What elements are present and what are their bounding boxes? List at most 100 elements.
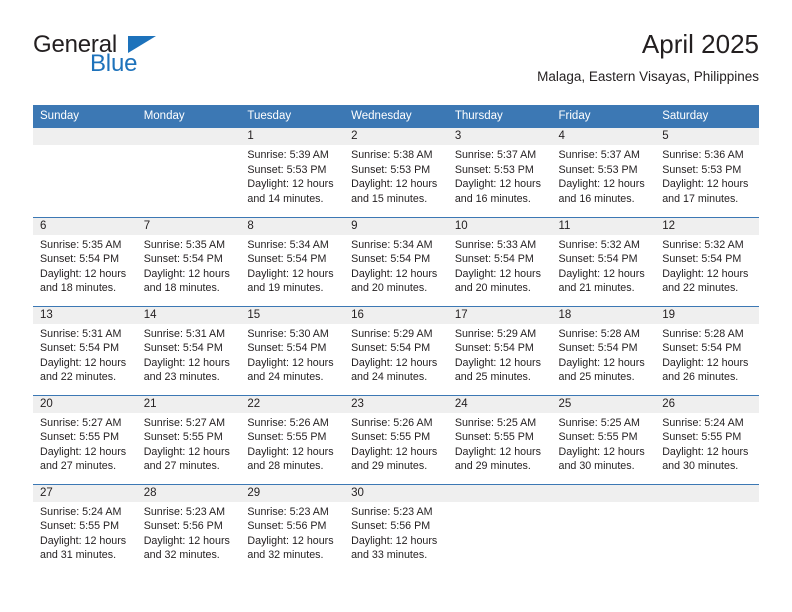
day-number: 3	[447, 128, 552, 145]
day-cell-content: 6 Sunrise: 5:35 AM Sunset: 5:54 PM Daylight…	[33, 217, 137, 306]
sunset-time: Sunset: 5:55 PM	[143, 431, 223, 444]
calendar-day-cell[interactable]: 6 Sunrise: 5:35 AM Sunset: 5:54 PM Daylight…	[33, 216, 137, 306]
calendar-day-cell[interactable]: 27 Sunrise: 5:24 AM Sunset: 5:55 PM Dayligh…	[33, 483, 137, 573]
calendar-day-cell[interactable]: 14 Sunrise: 5:31 AM Sunset: 5:54 PM Dayligh…	[136, 305, 241, 395]
daylight-duration-line2: and 23 minutes.	[143, 371, 220, 384]
day-number: 6	[33, 217, 137, 235]
weekday-header-tuesday: Tuesday	[240, 105, 345, 128]
calendar-day-cell[interactable]: 30 Sunrise: 5:23 AM Sunset: 5:56 PM Dayligh…	[344, 483, 448, 573]
day-details: Sunrise: 5:34 AM Sunset: 5:54 PM Daylight:…	[344, 235, 448, 296]
day-cell-content: 26 Sunrise: 5:24 AM Sunset: 5:55 PM Dayligh…	[655, 395, 759, 484]
day-details: Sunrise: 5:24 AM Sunset: 5:55 PM Daylight:…	[33, 502, 137, 563]
weekday-header-sunday: Sunday	[33, 105, 137, 128]
day-details: Sunrise: 5:37 AM Sunset: 5:53 PM Daylight:…	[552, 145, 656, 206]
daylight-duration-line2: and 16 minutes.	[558, 192, 635, 205]
day-details: Sunrise: 5:28 AM Sunset: 5:54 PM Daylight:…	[655, 324, 759, 385]
calendar-day-cell[interactable]: 17 Sunrise: 5:29 AM Sunset: 5:54 PM Dayligh…	[447, 305, 552, 395]
day-cell-content	[551, 484, 656, 574]
calendar-day-cell[interactable]: 8 Sunrise: 5:34 AM Sunset: 5:54 PM Daylight…	[240, 216, 345, 306]
sunset-time: Sunset: 5:53 PM	[558, 163, 638, 176]
day-cell-content	[33, 128, 137, 217]
day-number: 4	[551, 128, 656, 145]
daylight-duration-line1: Daylight: 12 hours	[454, 267, 541, 280]
calendar-day-cell[interactable]: 16 Sunrise: 5:29 AM Sunset: 5:54 PM Dayligh…	[344, 305, 448, 395]
day-number: 26	[655, 395, 759, 413]
day-cell-content	[655, 484, 759, 574]
calendar-day-cell[interactable]: 2 Sunrise: 5:38 AM Sunset: 5:53 PM Daylight…	[344, 128, 448, 217]
day-cell-content: 21 Sunrise: 5:27 AM Sunset: 5:55 PM Dayligh…	[136, 395, 241, 484]
day-cell-content: 11 Sunrise: 5:32 AM Sunset: 5:54 PM Dayligh…	[551, 217, 656, 306]
calendar-day-cell[interactable]: 18 Sunrise: 5:28 AM Sunset: 5:54 PM Dayligh…	[551, 305, 656, 395]
calendar-day-cell[interactable]: 11 Sunrise: 5:32 AM Sunset: 5:54 PM Dayligh…	[551, 216, 656, 306]
calendar-day-cell[interactable]: 26 Sunrise: 5:24 AM Sunset: 5:55 PM Dayligh…	[655, 394, 759, 484]
day-number: 28	[136, 484, 241, 502]
calendar-day-cell[interactable]: 20 Sunrise: 5:27 AM Sunset: 5:55 PM Dayligh…	[33, 394, 137, 484]
weekday-header-wednesday: Wednesday	[344, 105, 448, 128]
sunrise-time: Sunrise: 5:32 AM	[662, 238, 744, 251]
sunset-time: Sunset: 5:54 PM	[351, 253, 431, 266]
day-number: 13	[33, 306, 137, 324]
calendar-day-cell[interactable]: 24 Sunrise: 5:25 AM Sunset: 5:55 PM Dayligh…	[447, 394, 552, 484]
day-cell-content: 23 Sunrise: 5:26 AM Sunset: 5:55 PM Dayligh…	[344, 395, 448, 484]
sunrise-time: Sunrise: 5:23 AM	[351, 505, 433, 518]
calendar-day-cell[interactable]: 25 Sunrise: 5:25 AM Sunset: 5:55 PM Dayligh…	[551, 394, 656, 484]
day-details: Sunrise: 5:27 AM Sunset: 5:55 PM Daylight:…	[137, 413, 241, 474]
day-details: Sunrise: 5:26 AM Sunset: 5:55 PM Daylight:…	[344, 413, 448, 474]
sunrise-time: Sunrise: 5:36 AM	[662, 149, 744, 161]
calendar-day-cell[interactable]: 29 Sunrise: 5:23 AM Sunset: 5:56 PM Dayligh…	[240, 483, 345, 573]
day-number: 15	[240, 306, 345, 324]
day-number: 21	[136, 395, 241, 413]
day-cell-content: 13 Sunrise: 5:31 AM Sunset: 5:54 PM Dayligh…	[33, 306, 137, 395]
calendar-day-cell-empty	[136, 128, 241, 217]
daylight-duration-line2: and 20 minutes.	[454, 282, 531, 295]
daylight-duration-line2: and 15 minutes.	[351, 192, 428, 205]
day-cell-content: 25 Sunrise: 5:25 AM Sunset: 5:55 PM Dayligh…	[551, 395, 656, 484]
daylight-duration-line1: Daylight: 12 hours	[40, 534, 127, 547]
calendar-day-cell[interactable]: 22 Sunrise: 5:26 AM Sunset: 5:55 PM Dayligh…	[240, 394, 345, 484]
calendar-day-cell[interactable]: 5 Sunrise: 5:36 AM Sunset: 5:53 PM Daylight…	[655, 128, 759, 217]
sunset-time: Sunset: 5:54 PM	[454, 253, 534, 266]
daylight-duration-line2: and 25 minutes.	[558, 371, 635, 384]
calendar-day-cell[interactable]: 15 Sunrise: 5:30 AM Sunset: 5:54 PM Dayligh…	[240, 305, 345, 395]
day-details: Sunrise: 5:35 AM Sunset: 5:54 PM Daylight:…	[33, 235, 137, 296]
calendar-day-cell[interactable]: 9 Sunrise: 5:34 AM Sunset: 5:54 PM Daylight…	[344, 216, 448, 306]
calendar-day-cell[interactable]: 10 Sunrise: 5:33 AM Sunset: 5:54 PM Dayligh…	[447, 216, 552, 306]
daylight-duration-line2: and 16 minutes.	[454, 192, 531, 205]
daylight-duration-line1: Daylight: 12 hours	[247, 267, 334, 280]
calendar-week-row: 13 Sunrise: 5:31 AM Sunset: 5:54 PM Dayligh…	[33, 305, 759, 395]
day-number: 7	[136, 217, 241, 235]
sunset-time: Sunset: 5:54 PM	[143, 342, 223, 355]
day-details: Sunrise: 5:37 AM Sunset: 5:53 PM Daylight:…	[448, 145, 552, 206]
day-cell-content: 1 Sunrise: 5:39 AM Sunset: 5:53 PM Daylight…	[240, 128, 345, 217]
daylight-duration-line1: Daylight: 12 hours	[558, 267, 645, 280]
sunrise-time: Sunrise: 5:33 AM	[454, 238, 537, 251]
sunrise-time: Sunrise: 5:29 AM	[454, 327, 537, 340]
daylight-duration-line2: and 25 minutes.	[454, 371, 531, 384]
calendar-day-cell[interactable]: 23 Sunrise: 5:26 AM Sunset: 5:55 PM Dayligh…	[344, 394, 448, 484]
calendar-day-cell[interactable]: 4 Sunrise: 5:37 AM Sunset: 5:53 PM Daylight…	[551, 128, 656, 217]
day-details: Sunrise: 5:32 AM Sunset: 5:54 PM Daylight:…	[552, 235, 656, 296]
calendar-day-cell[interactable]: 13 Sunrise: 5:31 AM Sunset: 5:54 PM Dayligh…	[33, 305, 137, 395]
calendar-day-cell[interactable]: 21 Sunrise: 5:27 AM Sunset: 5:55 PM Dayligh…	[136, 394, 241, 484]
sunset-time: Sunset: 5:55 PM	[558, 431, 638, 444]
day-cell-content: 7 Sunrise: 5:35 AM Sunset: 5:54 PM Daylight…	[136, 217, 241, 306]
daylight-duration-line2: and 18 minutes.	[143, 282, 220, 295]
calendar-day-cell[interactable]: 28 Sunrise: 5:23 AM Sunset: 5:56 PM Dayligh…	[136, 483, 241, 573]
calendar-day-cell[interactable]: 12 Sunrise: 5:32 AM Sunset: 5:54 PM Dayligh…	[655, 216, 759, 306]
daylight-duration-line1: Daylight: 12 hours	[662, 445, 749, 458]
day-cell-content: 4 Sunrise: 5:37 AM Sunset: 5:53 PM Daylight…	[551, 128, 656, 217]
calendar-day-cell[interactable]: 19 Sunrise: 5:28 AM Sunset: 5:54 PM Dayligh…	[655, 305, 759, 395]
day-number: 1	[240, 128, 345, 145]
calendar-day-cell[interactable]: 7 Sunrise: 5:35 AM Sunset: 5:54 PM Daylight…	[136, 216, 241, 306]
day-details: Sunrise: 5:39 AM Sunset: 5:53 PM Daylight:…	[240, 145, 344, 206]
calendar-week-row: 6 Sunrise: 5:35 AM Sunset: 5:54 PM Daylight…	[33, 216, 759, 306]
sunrise-time: Sunrise: 5:26 AM	[351, 416, 433, 429]
daylight-duration-line2: and 20 minutes.	[351, 282, 428, 295]
day-number: 11	[551, 217, 656, 235]
calendar-day-cell[interactable]: 3 Sunrise: 5:37 AM Sunset: 5:53 PM Daylight…	[447, 128, 552, 217]
day-number: 25	[551, 395, 656, 413]
sunrise-time: Sunrise: 5:39 AM	[247, 149, 329, 161]
daylight-duration-line1: Daylight: 12 hours	[247, 356, 334, 369]
day-cell-content: 2 Sunrise: 5:38 AM Sunset: 5:53 PM Daylight…	[344, 128, 448, 217]
calendar-day-cell[interactable]: 1 Sunrise: 5:39 AM Sunset: 5:53 PM Daylight…	[240, 128, 345, 217]
